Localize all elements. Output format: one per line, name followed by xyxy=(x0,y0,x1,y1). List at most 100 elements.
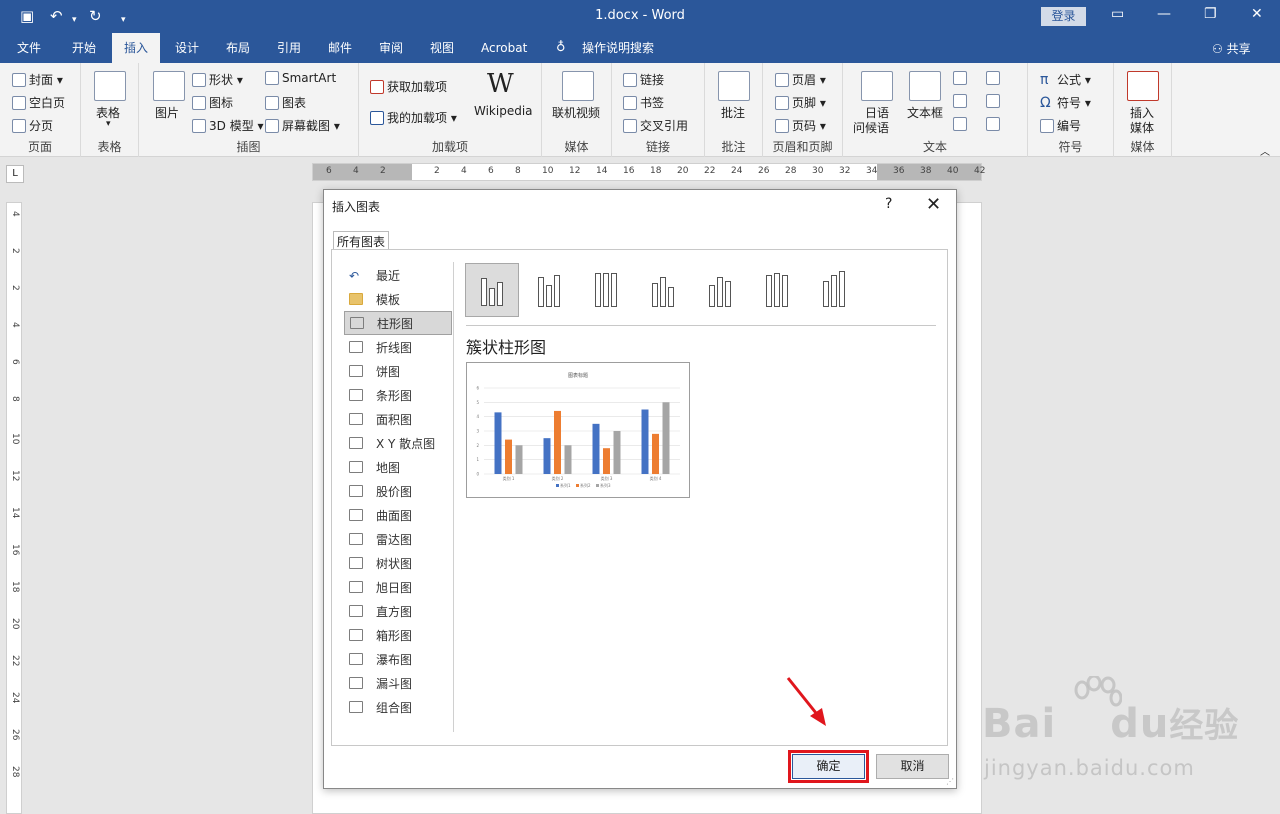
wikipedia-button[interactable]: Wikipedia xyxy=(474,104,533,118)
vertical-ruler[interactable]: 4 2 2 4 6 8 10 12 14 16 18 20 22 24 26 28 xyxy=(6,202,22,814)
ribbon-display-icon[interactable]: ▭ xyxy=(1111,6,1124,22)
chart-type-treemap[interactable]: 树状图 xyxy=(344,551,452,575)
chart-type-templates[interactable]: 模板 xyxy=(344,287,452,311)
subtype-3d-column[interactable] xyxy=(807,263,861,317)
tab-design[interactable]: 设计 xyxy=(163,33,211,63)
my-addins-button[interactable]: 我的加载项 ▾ xyxy=(370,109,457,126)
chart-type-area[interactable]: 面积图 xyxy=(344,407,452,431)
screenshot-button[interactable]: 屏幕截图 ▾ xyxy=(265,117,340,134)
dropcap-icon[interactable] xyxy=(953,117,967,131)
wikipedia-icon[interactable]: W xyxy=(487,69,514,99)
picture-icon[interactable] xyxy=(153,71,185,101)
bookmark-button[interactable]: 书签 xyxy=(623,94,664,111)
subtype-clustered-column[interactable] xyxy=(465,263,519,317)
ok-button[interactable]: 确定 xyxy=(788,750,869,783)
blank-page-button[interactable]: 空白页 xyxy=(12,94,65,111)
wordart-icon[interactable] xyxy=(953,94,967,108)
ruler-number: 16 xyxy=(10,544,20,556)
close-window-icon[interactable]: ✕ xyxy=(1251,6,1263,22)
tab-selector[interactable]: L xyxy=(6,165,24,183)
textbox-button[interactable]: 文本框 xyxy=(907,104,943,121)
chart-type-pie[interactable]: 饼图 xyxy=(344,359,452,383)
bar xyxy=(505,439,512,474)
chart-type-waterfall[interactable]: 瀑布图 xyxy=(344,647,452,671)
chart-type-recent[interactable]: ↶ 最近 xyxy=(344,263,452,287)
chart-type-xy-scatter[interactable]: X Y 散点图 xyxy=(344,431,452,455)
help-icon[interactable]: ? xyxy=(885,196,892,212)
tab-acrobat[interactable]: Acrobat xyxy=(469,33,539,63)
subtype-3d-clustered-column[interactable] xyxy=(636,263,690,317)
subtype-3d-stacked-column[interactable] xyxy=(693,263,747,317)
link-button[interactable]: 链接 xyxy=(623,71,664,88)
insert-media-icon[interactable] xyxy=(1127,71,1159,101)
horizontal-ruler[interactable]: 6 4 2 2 4 6 8 10 12 14 16 18 20 22 24 26 28 30 32 34 36 38 40 4… xyxy=(312,163,985,181)
shapes-button[interactable]: 形状 ▾ xyxy=(192,71,243,88)
comment-button[interactable]: 批注 xyxy=(721,104,745,121)
chevron-down-icon[interactable]: ▾ xyxy=(106,119,111,129)
picture-button[interactable]: 图片 xyxy=(155,104,179,121)
quickparts-icon[interactable] xyxy=(953,71,967,85)
share-button[interactable]: ⚇ 共享 xyxy=(1212,40,1251,57)
3d-model-button[interactable]: 3D 模型 ▾ xyxy=(192,117,264,134)
subtype-3d-100-stacked-column[interactable] xyxy=(750,263,804,317)
tell-me-search[interactable]: 操作说明搜索 xyxy=(570,33,666,63)
chart-type-map[interactable]: 地图 xyxy=(344,455,452,479)
chart-type-label: 条形图 xyxy=(376,388,413,403)
page-break-button[interactable]: 分页 xyxy=(12,117,53,134)
tab-review[interactable]: 审阅 xyxy=(367,33,415,63)
japanese-greeting-label[interactable]: 问候语 xyxy=(853,119,889,136)
subtype-stacked-column[interactable] xyxy=(522,263,576,317)
tab-mailings[interactable]: 邮件 xyxy=(316,33,364,63)
restore-icon[interactable]: ❐ xyxy=(1204,6,1217,22)
footer-button[interactable]: 页脚 ▾ xyxy=(775,94,826,111)
header-button[interactable]: 页眉 ▾ xyxy=(775,71,826,88)
close-icon[interactable]: ✕ xyxy=(926,194,941,215)
tab-references[interactable]: 引用 xyxy=(265,33,313,63)
chart-type-funnel[interactable]: 漏斗图 xyxy=(344,671,452,695)
table-icon[interactable] xyxy=(94,71,126,101)
tab-layout[interactable]: 布局 xyxy=(214,33,262,63)
tab-insert[interactable]: 插入 xyxy=(112,33,161,63)
signature-icon[interactable] xyxy=(986,71,1000,85)
textbox-icon[interactable] xyxy=(909,71,941,101)
chart-type-column[interactable]: 柱形图 xyxy=(344,311,452,335)
chart-type-label: 柱形图 xyxy=(377,316,414,331)
collapse-ribbon-icon[interactable]: ︿ xyxy=(1260,143,1270,158)
chart-type-combo[interactable]: 组合图 xyxy=(344,695,452,719)
login-button[interactable]: 登录 xyxy=(1041,7,1086,26)
symbol-button[interactable]: Ω 符号 ▾ xyxy=(1040,94,1091,111)
cover-page-button[interactable]: 封面 ▾ xyxy=(12,71,63,88)
chart-type-line[interactable]: 折线图 xyxy=(344,335,452,359)
chart-type-stock[interactable]: 股价图 xyxy=(344,479,452,503)
tab-file[interactable]: 文件 xyxy=(5,33,53,63)
tab-home[interactable]: 开始 xyxy=(60,33,108,63)
tab-all-charts[interactable]: 所有图表 xyxy=(333,231,390,251)
chart-type-radar[interactable]: 雷达图 xyxy=(344,527,452,551)
smartart-button[interactable]: SmartArt xyxy=(265,71,336,85)
chart-type-sunburst[interactable]: 旭日图 xyxy=(344,575,452,599)
number-button[interactable]: 编号 xyxy=(1040,117,1081,134)
object-icon[interactable] xyxy=(986,117,1000,131)
equation-button[interactable]: π 公式 ▾ xyxy=(1040,71,1091,88)
icons-button[interactable]: 图标 xyxy=(192,94,233,111)
insert-media-label[interactable]: 媒体 xyxy=(1130,119,1154,136)
datetime-icon[interactable] xyxy=(986,94,1000,108)
minimize-icon[interactable]: — xyxy=(1157,6,1171,22)
cancel-button[interactable]: 取消 xyxy=(876,754,949,779)
chart-type-box-whisker[interactable]: 箱形图 xyxy=(344,623,452,647)
online-video-icon[interactable] xyxy=(562,71,594,101)
online-video-button[interactable]: 联机视频 xyxy=(552,104,600,121)
subtype-100-stacked-column[interactable] xyxy=(579,263,633,317)
chart-title: 图表标题 xyxy=(568,372,588,379)
greeting-icon[interactable] xyxy=(861,71,893,101)
cross-reference-button[interactable]: 交叉引用 xyxy=(623,117,688,134)
chart-type-histogram[interactable]: 直方图 xyxy=(344,599,452,623)
resize-grip-icon[interactable]: ⋰ xyxy=(946,777,954,786)
chart-type-bar[interactable]: 条形图 xyxy=(344,383,452,407)
comment-icon[interactable] xyxy=(718,71,750,101)
chart-button[interactable]: 图表 xyxy=(265,94,306,111)
chart-type-surface[interactable]: 曲面图 xyxy=(344,503,452,527)
page-number-button[interactable]: 页码 ▾ xyxy=(775,117,826,134)
get-addins-button[interactable]: 获取加载项 xyxy=(370,78,447,95)
tab-view[interactable]: 视图 xyxy=(418,33,466,63)
